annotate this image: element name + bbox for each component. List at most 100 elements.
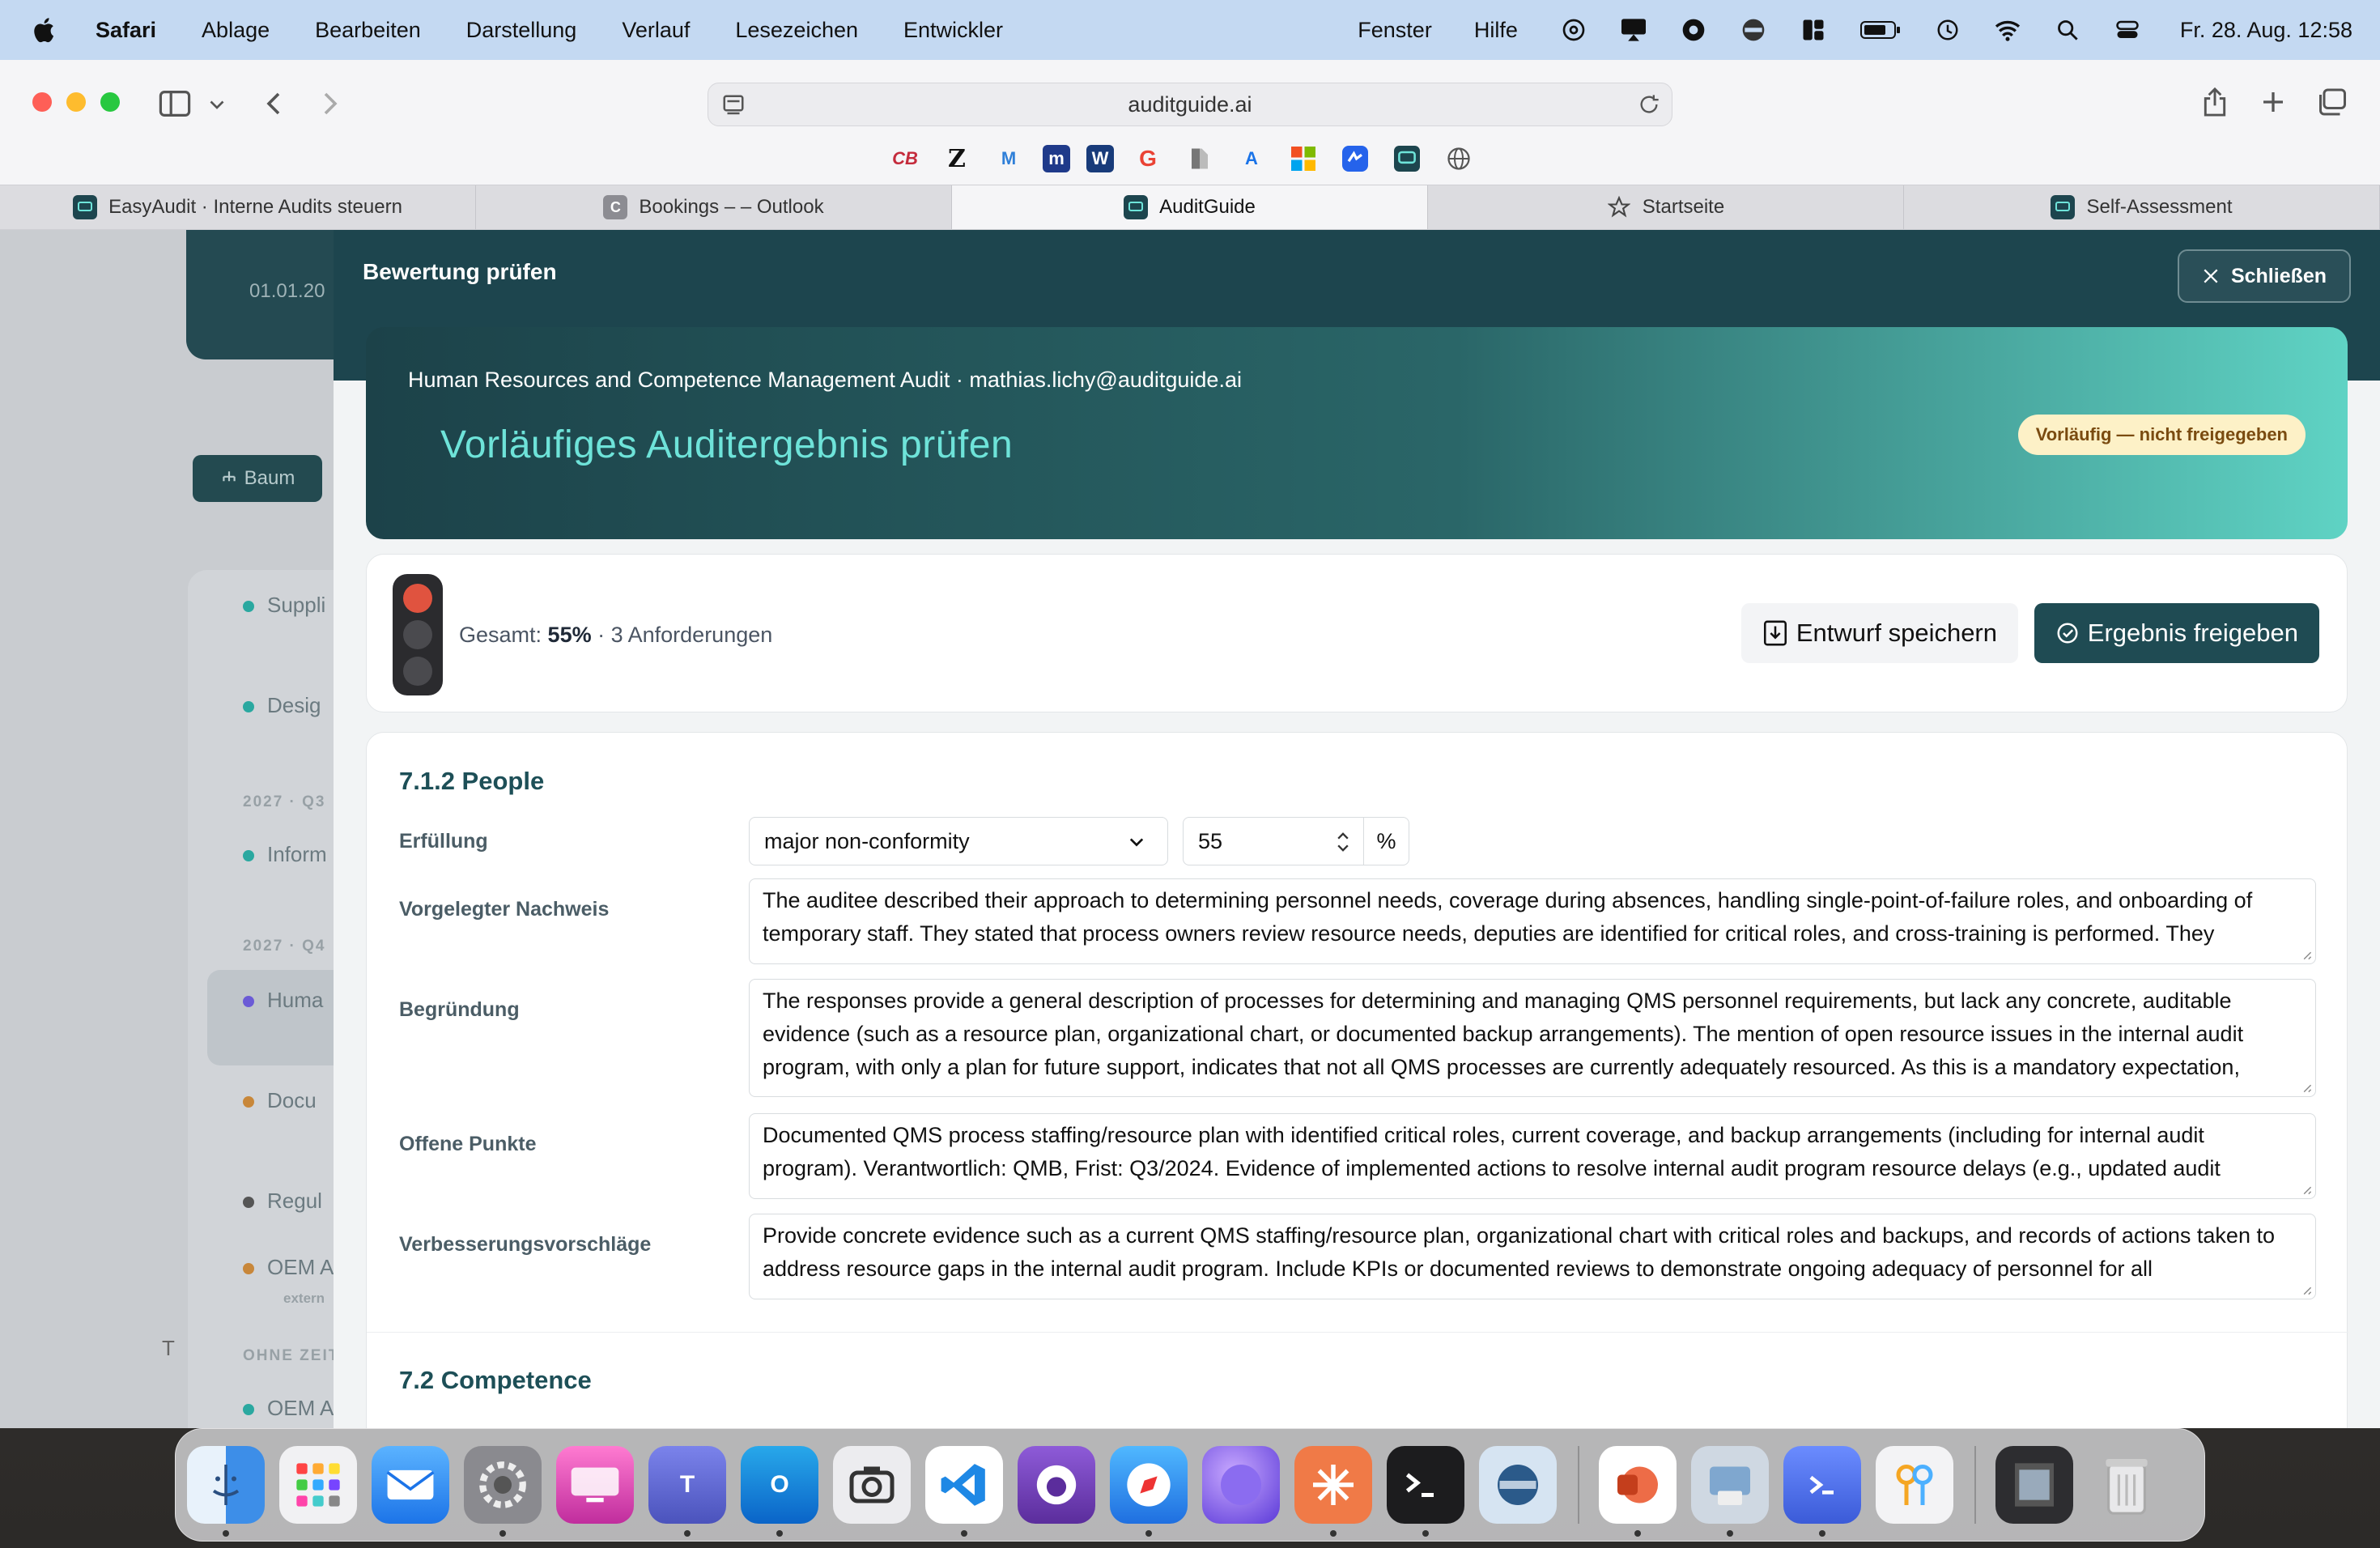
list-item[interactable]: Regul xyxy=(243,1189,322,1214)
improvements-textarea[interactable]: Provide concrete evidence such as a curr… xyxy=(749,1214,2316,1299)
preview-icon[interactable] xyxy=(1691,1446,1769,1537)
trash-icon[interactable] xyxy=(2088,1446,2165,1524)
list-item[interactable]: Desig xyxy=(243,693,321,718)
list-item[interactable]: Huma xyxy=(243,988,323,1013)
back-icon[interactable] xyxy=(259,87,288,120)
orb-app-icon[interactable] xyxy=(1202,1446,1280,1524)
tab-bookings[interactable]: C Bookings – – Outlook xyxy=(476,185,952,229)
vscode-icon[interactable] xyxy=(925,1446,1003,1537)
time-machine-icon[interactable] xyxy=(1934,16,1961,44)
minimize-window-button[interactable] xyxy=(66,92,86,112)
terminal-icon[interactable] xyxy=(1387,1446,1464,1537)
control-center-icon[interactable] xyxy=(2114,16,2141,44)
favorite-google[interactable]: G xyxy=(1130,141,1166,176)
window-controls xyxy=(32,92,120,112)
address-bar[interactable]: auditguide.ai xyxy=(708,83,1672,126)
helmet-icon[interactable] xyxy=(1740,16,1767,44)
globe-icon[interactable] xyxy=(1441,141,1477,176)
new-tab-icon[interactable] xyxy=(2255,84,2291,120)
launchpad-icon[interactable] xyxy=(279,1446,357,1524)
menu-entwickler[interactable]: Entwickler xyxy=(903,18,1003,43)
favorite-m-outline[interactable]: M xyxy=(991,141,1026,176)
finder-icon[interactable] xyxy=(187,1446,265,1537)
list-item[interactable]: Suppli xyxy=(243,593,325,618)
share-icon[interactable] xyxy=(2197,84,2233,120)
page-menu-icon[interactable] xyxy=(721,93,746,123)
safari-icon[interactable] xyxy=(1110,1446,1188,1537)
teams-icon[interactable]: T xyxy=(648,1446,726,1537)
screen-app-icon[interactable] xyxy=(556,1446,634,1524)
close-button[interactable]: Schließen xyxy=(2178,249,2351,303)
tab-easyaudit[interactable]: EasyAudit · Interne Audits steuern xyxy=(0,185,476,229)
zoom-window-button[interactable] xyxy=(100,92,120,112)
tab-auditguide[interactable]: AuditGuide xyxy=(952,185,1428,229)
menu-bearbeiten[interactable]: Bearbeiten xyxy=(315,18,421,43)
search-icon[interactable] xyxy=(2054,16,2081,44)
chevron-down-icon xyxy=(1129,838,1144,847)
resize-grip-icon[interactable] xyxy=(2301,1284,2312,1295)
stepper-icon[interactable] xyxy=(1336,829,1350,855)
favorite-doc-icon[interactable] xyxy=(1182,141,1218,176)
layout-icon[interactable] xyxy=(1800,16,1827,44)
menu-clock[interactable]: Fr. 28. Aug. 12:58 xyxy=(2180,18,2352,43)
apple-icon[interactable] xyxy=(31,15,60,45)
powershell-icon[interactable] xyxy=(1783,1446,1861,1537)
github-desktop-icon[interactable] xyxy=(1018,1446,1095,1524)
favorite-m[interactable]: m xyxy=(1043,145,1070,172)
menu-lesezeichen[interactable]: Lesezeichen xyxy=(735,18,858,43)
forward-icon[interactable] xyxy=(316,87,345,120)
favorite-auditguide-icon[interactable] xyxy=(1389,141,1425,176)
list-item[interactable]: OEM A xyxy=(243,1396,334,1421)
tab-overview-icon[interactable] xyxy=(2314,84,2349,120)
favorite-azure[interactable]: A xyxy=(1234,141,1269,176)
improvements-text: Provide concrete evidence such as a curr… xyxy=(763,1223,2275,1281)
favorite-w[interactable]: W xyxy=(1086,145,1114,172)
menu-verlauf[interactable]: Verlauf xyxy=(622,18,690,43)
resize-grip-icon[interactable] xyxy=(2301,1184,2312,1195)
open-points-textarea[interactable]: Documented QMS process staffing/resource… xyxy=(749,1113,2316,1199)
mail-icon[interactable] xyxy=(372,1446,449,1524)
menu-darstellung[interactable]: Darstellung xyxy=(466,18,577,43)
percent-input[interactable]: 55 xyxy=(1183,817,1364,865)
claude-icon[interactable] xyxy=(1294,1446,1372,1537)
save-draft-button[interactable]: Entwurf speichern xyxy=(1740,603,2018,663)
fulfillment-select[interactable]: major non-conformity xyxy=(749,817,1168,865)
reload-icon[interactable] xyxy=(1638,93,1660,121)
baum-button[interactable]: Baum xyxy=(193,455,322,502)
helmet-app-icon[interactable] xyxy=(1479,1446,1557,1524)
url-text[interactable]: auditguide.ai xyxy=(1128,92,1252,117)
menu-ablage[interactable]: Ablage xyxy=(202,18,270,43)
screenshot-icon[interactable] xyxy=(833,1446,911,1524)
favorite-z[interactable]: Z xyxy=(939,141,975,176)
wifi-icon[interactable] xyxy=(1994,16,2021,44)
microsoft-icon[interactable] xyxy=(1286,141,1321,176)
resize-grip-icon[interactable] xyxy=(2301,1082,2312,1093)
resize-grip-icon[interactable] xyxy=(2301,949,2312,960)
release-result-button[interactable]: Ergebnis freigeben xyxy=(2034,603,2319,663)
sidebar-toggle-icon[interactable] xyxy=(157,87,193,120)
list-item[interactable]: Inform xyxy=(243,842,327,867)
system-settings-icon[interactable] xyxy=(464,1446,542,1537)
close-window-button[interactable] xyxy=(32,92,52,112)
outlook-icon[interactable]: O xyxy=(741,1446,818,1537)
menu-hilfe[interactable]: Hilfe xyxy=(1474,18,1518,43)
tab-self-assessment[interactable]: Self-Assessment xyxy=(1904,185,2380,229)
passwords-icon[interactable] xyxy=(1876,1446,1953,1524)
powerpoint-icon[interactable] xyxy=(1599,1446,1677,1537)
summary-card: Gesamt: 55% · 3 Anforderungen Entwurf sp… xyxy=(366,554,2348,712)
menu-fenster[interactable]: Fenster xyxy=(1358,18,1432,43)
chevron-down-icon[interactable] xyxy=(207,96,227,115)
favorite-cb[interactable]: CB xyxy=(887,141,923,176)
record-icon[interactable] xyxy=(1680,16,1707,44)
airplay-display-icon[interactable] xyxy=(1620,16,1647,44)
list-item[interactable]: Docu xyxy=(243,1088,317,1113)
menu-app-name[interactable]: Safari xyxy=(96,18,156,43)
battery-icon[interactable] xyxy=(1859,16,1902,44)
favorite-blue-app-icon[interactable] xyxy=(1337,141,1373,176)
list-item[interactable]: OEM A xyxy=(243,1255,334,1280)
tab-startseite[interactable]: Startseite xyxy=(1428,185,1904,229)
reasoning-textarea[interactable]: The responses provide a general descript… xyxy=(749,979,2316,1097)
evidence-textarea[interactable]: The auditee described their approach to … xyxy=(749,878,2316,964)
openai-icon[interactable] xyxy=(1560,16,1587,44)
recent-window-icon[interactable] xyxy=(1995,1446,2073,1524)
